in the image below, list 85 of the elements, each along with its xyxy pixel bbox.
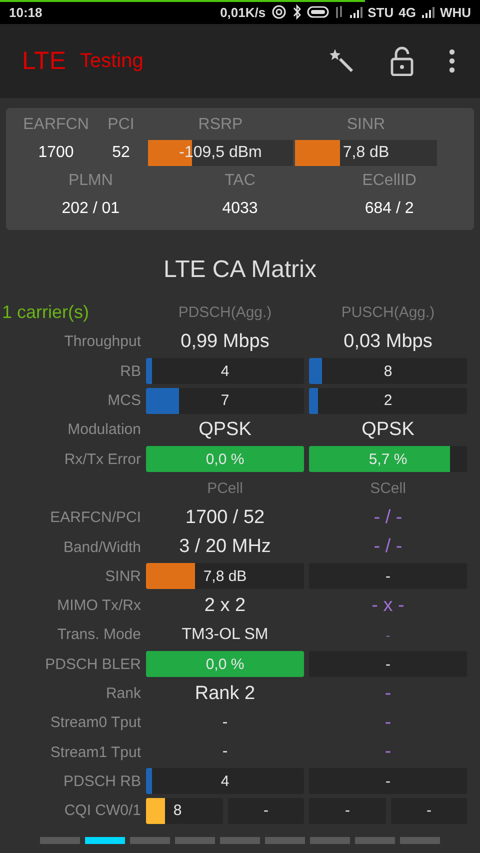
row-label: EARFCN/PCI	[49, 509, 141, 526]
magic-wand-icon[interactable]	[328, 47, 356, 75]
bar-value: -	[426, 802, 432, 820]
row-label: Trans. Mode	[56, 626, 141, 644]
app-subtitle: Testing	[80, 50, 144, 72]
field-value: 202 / 01	[62, 199, 120, 219]
bar-value: 7,8 dB	[203, 568, 247, 585]
bar-value: 2	[384, 392, 392, 410]
cell-value: - / -	[372, 536, 404, 558]
bar-value: -	[386, 772, 390, 790]
bar-value: 8	[384, 362, 392, 380]
cell-value: 3 / 20 MHz	[178, 536, 272, 558]
cell-value: 1700 / 52	[184, 506, 266, 529]
bluetooth-icon	[292, 4, 302, 20]
field-value: 4033	[222, 199, 258, 219]
row-label: Stream0 Tput	[49, 714, 141, 732]
field-label: EARFCN	[23, 116, 89, 134]
field-value: 684 / 2	[364, 199, 414, 219]
menu-icon[interactable]	[448, 48, 456, 74]
field-label: TAC	[224, 172, 256, 190]
carrier-name: STU	[368, 4, 394, 20]
cell-value: TM3-OL SM	[180, 626, 270, 644]
bar-value: 4	[220, 362, 230, 380]
row-label: MIMO Tx/Rx	[56, 597, 141, 614]
carrier-name: WHU	[440, 4, 471, 20]
field-label: ECellID	[362, 172, 416, 190]
cell-value: Rank 2	[194, 682, 256, 704]
row-label: RB	[119, 362, 141, 380]
network-type: 4G	[398, 4, 416, 20]
cell-value: 0,03 Mbps	[342, 330, 434, 353]
unlock-icon[interactable]	[390, 46, 414, 76]
column-header: PUSCH(Agg.)	[340, 304, 436, 322]
row-label: Stream1 Tput	[49, 744, 141, 761]
bar-value: -	[264, 802, 268, 820]
row-label: Rx/Tx Error	[63, 450, 141, 468]
bar-value: -	[345, 802, 350, 820]
cell-value: QPSK	[360, 418, 416, 441]
row-label: Modulation	[66, 421, 141, 438]
cell-value: 0,99 Mbps	[180, 330, 270, 353]
bar-value: 5,7 %	[368, 450, 408, 468]
hotspot-icon	[270, 4, 287, 20]
signal-icon	[420, 6, 435, 18]
row-label: MCS	[106, 392, 141, 410]
battery-icon	[306, 5, 329, 19]
field-value: 1700	[38, 143, 74, 163]
bar-value: 0,0 %	[206, 450, 244, 468]
cell-value: 2 x 2	[203, 594, 247, 617]
app-title: LTE	[22, 46, 66, 76]
carrier-count: 1 carrier(s)	[2, 302, 90, 324]
bar-value: 4	[220, 772, 230, 790]
field-label: PLMN	[68, 172, 113, 190]
row-label: Band/Width	[62, 538, 141, 556]
row-label: PDSCH RB	[62, 772, 141, 790]
cell-value: -	[384, 741, 392, 764]
cell-value: -	[221, 743, 229, 762]
cell-value: -	[221, 714, 229, 732]
column-header: PCell	[206, 480, 244, 497]
field-label: PCI	[108, 116, 134, 134]
matrix-title: LTE CA Matrix	[162, 256, 318, 284]
cell-value: -	[384, 682, 392, 704]
network-speed: 0,01K/s	[220, 4, 266, 20]
row-label: Throughput	[63, 333, 141, 350]
bar-value: 8	[173, 802, 182, 820]
row-label: Rank	[104, 685, 141, 702]
cell-value: QPSK	[198, 418, 252, 441]
page-indicator[interactable]	[85, 837, 125, 844]
bar-value: -	[386, 656, 390, 673]
row-label: PDSCH BLER	[44, 656, 141, 673]
bar-value: 7	[220, 392, 230, 410]
field-label: RSRP	[198, 116, 243, 134]
cell-value: -	[384, 626, 392, 643]
field-label: SINR	[346, 116, 386, 134]
cell-value: - x -	[370, 594, 406, 617]
field-value: 52	[112, 143, 130, 163]
cell-value: - / -	[372, 506, 404, 529]
row-label: CQI CW0/1	[63, 802, 141, 820]
row-label: SINR	[104, 568, 141, 585]
column-header: PDSCH(Agg.)	[177, 304, 273, 322]
bar-value: 0,0 %	[206, 656, 244, 673]
bar-value: 7,8 dB	[342, 144, 390, 162]
cell-value: -	[384, 712, 392, 734]
clock: 10:18	[9, 4, 42, 20]
signal-icon	[348, 6, 363, 18]
column-header: SCell	[369, 480, 407, 497]
bar-value: -	[386, 568, 390, 585]
